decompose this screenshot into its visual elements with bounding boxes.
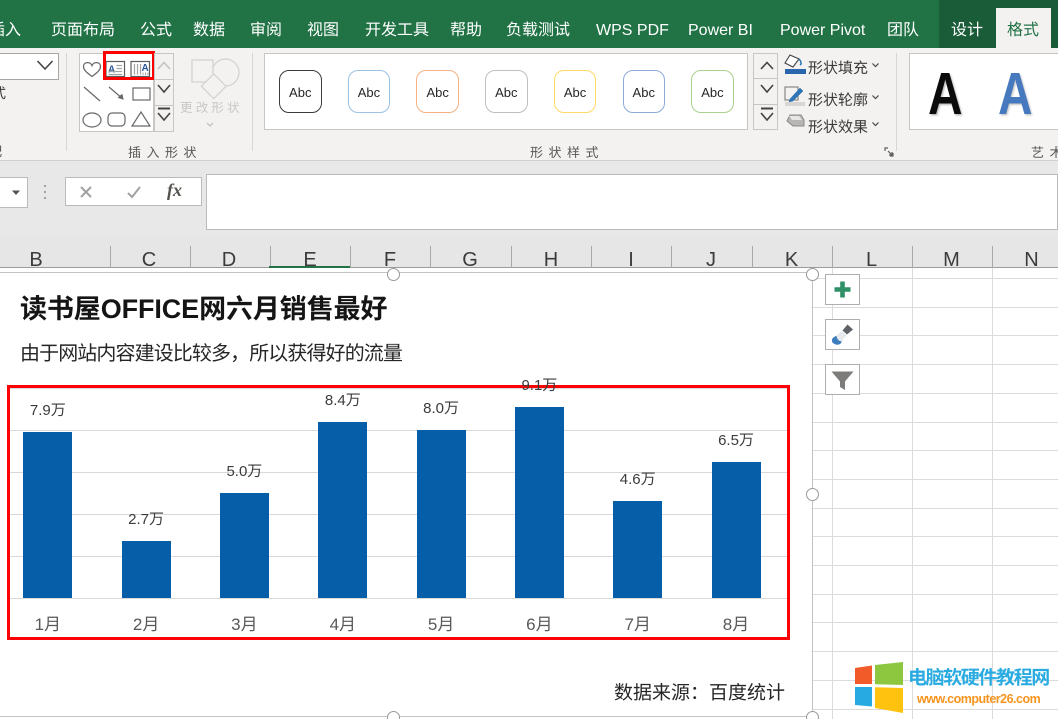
svg-text:www.computer26.com: www.computer26.com [916,688,1041,707]
svg-text:电脑软硬件教程网: 电脑软硬件教程网 [908,663,1049,690]
